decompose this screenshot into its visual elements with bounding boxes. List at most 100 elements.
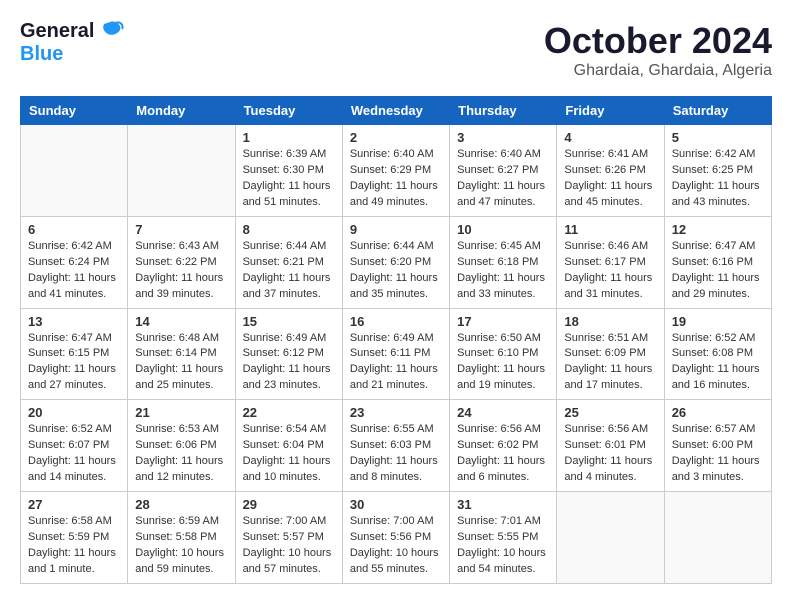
logo-blue-text: Blue (20, 43, 63, 66)
calendar-week-row: 13 Sunrise: 6:47 AM Sunset: 6:15 PM Dayli… (21, 308, 772, 400)
day-number: 18 (564, 314, 656, 329)
day-info: Sunrise: 6:56 AM Sunset: 6:01 PM Dayligh… (564, 422, 656, 486)
col-wednesday: Wednesday (342, 97, 449, 125)
logo-general-text: General (20, 20, 94, 43)
day-number: 24 (457, 405, 549, 420)
calendar-body: 1Sunrise: 6:39 AM Sunset: 6:30 PM Daylig… (21, 125, 772, 584)
table-row: 3Sunrise: 6:40 AM Sunset: 6:27 PM Daylig… (450, 125, 557, 217)
day-number: 7 (135, 222, 227, 237)
table-row: 2Sunrise: 6:40 AM Sunset: 6:29 PM Daylig… (342, 125, 449, 217)
table-row: 27 Sunrise: 6:58 AM Sunset: 5:59 PM Dayli… (21, 492, 128, 584)
table-row: 1Sunrise: 6:39 AM Sunset: 6:30 PM Daylig… (235, 125, 342, 217)
day-info: Sunrise: 6:46 AM Sunset: 6:17 PM Dayligh… (564, 239, 656, 303)
table-row: 14 Sunrise: 6:48 AM Sunset: 6:14 PM Dayli… (128, 308, 235, 400)
calendar-week-row: 27 Sunrise: 6:58 AM Sunset: 5:59 PM Dayli… (21, 492, 772, 584)
calendar-header: Sunday Monday Tuesday Wednesday Thursday… (21, 97, 772, 125)
table-row: 4 Sunrise: 6:41 AM Sunset: 6:26 PM Daylig… (557, 125, 664, 217)
table-row: 22 Sunrise: 6:54 AM Sunset: 6:04 PM Dayli… (235, 400, 342, 492)
day-number: 23 (350, 405, 442, 420)
day-info: Sunrise: 6:42 AM Sunset: 6:24 PM Dayligh… (28, 239, 120, 303)
day-info: Sunrise: 6:58 AM Sunset: 5:59 PM Dayligh… (28, 514, 120, 578)
col-thursday: Thursday (450, 97, 557, 125)
day-info: Sunrise: 6:41 AM Sunset: 6:26 PM Dayligh… (564, 147, 656, 211)
table-row: 29 Sunrise: 7:00 AM Sunset: 5:57 PM Dayli… (235, 492, 342, 584)
day-number: 26 (672, 405, 764, 420)
day-info: Sunrise: 6:47 AM Sunset: 6:15 PM Dayligh… (28, 331, 120, 395)
day-info: Sunrise: 6:52 AM Sunset: 6:08 PM Dayligh… (672, 331, 764, 395)
header-row: Sunday Monday Tuesday Wednesday Thursday… (21, 97, 772, 125)
table-row: 25 Sunrise: 6:56 AM Sunset: 6:01 PM Dayli… (557, 400, 664, 492)
day-number: 9 (350, 222, 442, 237)
table-row (557, 492, 664, 584)
table-row: 21Sunrise: 6:53 AM Sunset: 6:06 PM Dayli… (128, 400, 235, 492)
day-info: Sunrise: 6:39 AM Sunset: 6:30 PM Dayligh… (243, 147, 335, 211)
location-subtitle: Ghardaia, Ghardaia, Algeria (544, 62, 772, 80)
col-saturday: Saturday (664, 97, 771, 125)
table-row: 31Sunrise: 7:01 AM Sunset: 5:55 PM Dayli… (450, 492, 557, 584)
day-info: Sunrise: 6:42 AM Sunset: 6:25 PM Dayligh… (672, 147, 764, 211)
day-info: Sunrise: 6:44 AM Sunset: 6:20 PM Dayligh… (350, 239, 442, 303)
day-number: 6 (28, 222, 120, 237)
day-number: 29 (243, 497, 335, 512)
day-info: Sunrise: 6:49 AM Sunset: 6:11 PM Dayligh… (350, 331, 442, 395)
day-info: Sunrise: 6:43 AM Sunset: 6:22 PM Dayligh… (135, 239, 227, 303)
day-info: Sunrise: 6:55 AM Sunset: 6:03 PM Dayligh… (350, 422, 442, 486)
table-row: 16 Sunrise: 6:49 AM Sunset: 6:11 PM Dayli… (342, 308, 449, 400)
day-info: Sunrise: 6:47 AM Sunset: 6:16 PM Dayligh… (672, 239, 764, 303)
table-row: 23 Sunrise: 6:55 AM Sunset: 6:03 PM Dayli… (342, 400, 449, 492)
day-number: 13 (28, 314, 120, 329)
table-row: 17Sunrise: 6:50 AM Sunset: 6:10 PM Dayli… (450, 308, 557, 400)
day-info: Sunrise: 6:54 AM Sunset: 6:04 PM Dayligh… (243, 422, 335, 486)
day-number: 16 (350, 314, 442, 329)
table-row: 11Sunrise: 6:46 AM Sunset: 6:17 PM Dayli… (557, 216, 664, 308)
day-info: Sunrise: 7:00 AM Sunset: 5:56 PM Dayligh… (350, 514, 442, 578)
table-row: 5 Sunrise: 6:42 AM Sunset: 6:25 PM Daylig… (664, 125, 771, 217)
table-row: 7 Sunrise: 6:43 AM Sunset: 6:22 PM Daylig… (128, 216, 235, 308)
table-row: 30 Sunrise: 7:00 AM Sunset: 5:56 PM Dayli… (342, 492, 449, 584)
day-number: 21 (135, 405, 227, 420)
table-row (21, 125, 128, 217)
table-row: 8 Sunrise: 6:44 AM Sunset: 6:21 PM Daylig… (235, 216, 342, 308)
day-info: Sunrise: 6:59 AM Sunset: 5:58 PM Dayligh… (135, 514, 227, 578)
day-number: 31 (457, 497, 549, 512)
calendar-week-row: 20 Sunrise: 6:52 AM Sunset: 6:07 PM Dayli… (21, 400, 772, 492)
day-number: 22 (243, 405, 335, 420)
title-section: October 2024 Ghardaia, Ghardaia, Algeria (544, 20, 772, 80)
day-info: Sunrise: 6:45 AM Sunset: 6:18 PM Dayligh… (457, 239, 549, 303)
day-number: 30 (350, 497, 442, 512)
day-info: Sunrise: 6:56 AM Sunset: 6:02 PM Dayligh… (457, 422, 549, 486)
col-tuesday: Tuesday (235, 97, 342, 125)
day-number: 5 (672, 130, 764, 145)
day-number: 17 (457, 314, 549, 329)
day-number: 14 (135, 314, 227, 329)
month-title: October 2024 (544, 20, 772, 62)
day-info: Sunrise: 6:40 AM Sunset: 6:29 PM Dayligh… (350, 147, 442, 211)
day-info: Sunrise: 6:44 AM Sunset: 6:21 PM Dayligh… (243, 239, 335, 303)
day-info: Sunrise: 6:49 AM Sunset: 6:12 PM Dayligh… (243, 331, 335, 395)
table-row: 13 Sunrise: 6:47 AM Sunset: 6:15 PM Dayli… (21, 308, 128, 400)
day-info: Sunrise: 6:48 AM Sunset: 6:14 PM Dayligh… (135, 331, 227, 395)
day-number: 28 (135, 497, 227, 512)
day-number: 25 (564, 405, 656, 420)
table-row: 15Sunrise: 6:49 AM Sunset: 6:12 PM Dayli… (235, 308, 342, 400)
col-sunday: Sunday (21, 97, 128, 125)
logo-bird-icon (96, 20, 124, 42)
day-number: 12 (672, 222, 764, 237)
table-row (128, 125, 235, 217)
day-number: 4 (564, 130, 656, 145)
logo: General Blue (20, 20, 124, 66)
day-info: Sunrise: 7:00 AM Sunset: 5:57 PM Dayligh… (243, 514, 335, 578)
day-info: Sunrise: 6:52 AM Sunset: 6:07 PM Dayligh… (28, 422, 120, 486)
calendar-week-row: 6 Sunrise: 6:42 AM Sunset: 6:24 PM Daylig… (21, 216, 772, 308)
day-info: Sunrise: 6:51 AM Sunset: 6:09 PM Dayligh… (564, 331, 656, 395)
table-row: 10Sunrise: 6:45 AM Sunset: 6:18 PM Dayli… (450, 216, 557, 308)
day-number: 27 (28, 497, 120, 512)
table-row: 26Sunrise: 6:57 AM Sunset: 6:00 PM Dayli… (664, 400, 771, 492)
table-row (664, 492, 771, 584)
table-row: 6 Sunrise: 6:42 AM Sunset: 6:24 PM Daylig… (21, 216, 128, 308)
day-number: 20 (28, 405, 120, 420)
day-number: 8 (243, 222, 335, 237)
day-info: Sunrise: 6:40 AM Sunset: 6:27 PM Dayligh… (457, 147, 549, 211)
calendar-table: Sunday Monday Tuesday Wednesday Thursday… (20, 96, 772, 584)
page-header: General Blue October 2024 Ghardaia, Ghar… (20, 20, 772, 80)
